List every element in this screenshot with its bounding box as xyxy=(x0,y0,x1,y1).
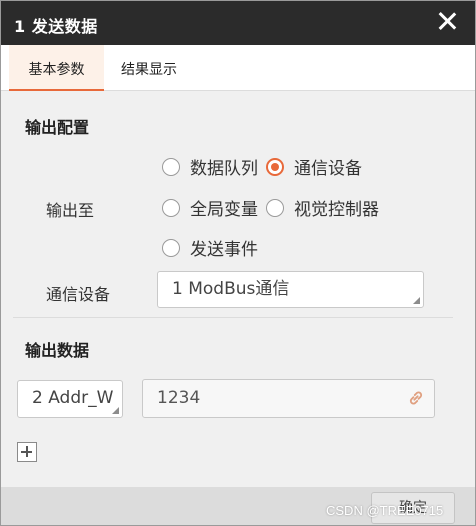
device-select[interactable]: 1 ModBus通信 xyxy=(157,271,424,308)
radio-send-event[interactable]: 发送事件 xyxy=(162,235,258,260)
title-bar: 1 发送数据 xyxy=(1,1,475,45)
device-select-value: 1 ModBus通信 xyxy=(172,279,290,299)
link-icon[interactable] xyxy=(406,388,426,408)
radio-circle-selected xyxy=(266,157,284,176)
resize-corner-icon xyxy=(112,407,119,414)
radio-circle xyxy=(162,198,180,217)
output-config-title: 输出配置 xyxy=(25,118,90,137)
radio-circle xyxy=(266,198,284,217)
tab-bar: 基本参数 结果显示 xyxy=(1,45,475,91)
watermark: CSDN @TREE0715 xyxy=(326,503,444,518)
radio-vision-controller[interactable]: 视觉控制器 xyxy=(266,195,379,220)
data-value-text: 1234 xyxy=(157,388,201,408)
resize-corner-icon xyxy=(413,297,420,304)
radio-global-var[interactable]: 全局变量 xyxy=(162,195,258,220)
radio-comm-device[interactable]: 通信设备 xyxy=(266,154,362,179)
radio-label: 数据队列 xyxy=(190,159,258,179)
data-value-input[interactable]: 1234 xyxy=(142,379,435,418)
tab-result-display[interactable]: 结果显示 xyxy=(105,45,193,91)
radio-label: 发送事件 xyxy=(190,240,258,260)
radio-label: 全局变量 xyxy=(190,200,258,220)
radio-label: 通信设备 xyxy=(294,159,362,179)
output-data-title: 输出数据 xyxy=(25,341,90,360)
send-data-dialog: 1 发送数据 基本参数 结果显示 输出配置 输出至 数据队列 通信设备 全局变量… xyxy=(0,0,476,526)
address-select-value: 2 Addr_W xyxy=(32,388,114,408)
output-to-label: 输出至 xyxy=(46,201,95,220)
radio-label: 视觉控制器 xyxy=(294,200,379,220)
radio-circle xyxy=(162,238,180,257)
divider xyxy=(13,317,453,318)
radio-circle xyxy=(162,157,180,176)
add-row-button[interactable] xyxy=(17,442,37,462)
radio-data-queue[interactable]: 数据队列 xyxy=(162,154,258,179)
dialog-title: 1 发送数据 xyxy=(14,17,98,36)
address-select[interactable]: 2 Addr_W xyxy=(17,380,123,418)
close-icon[interactable] xyxy=(435,9,459,33)
tab-basic-params[interactable]: 基本参数 xyxy=(9,45,104,91)
device-label: 通信设备 xyxy=(46,285,111,304)
